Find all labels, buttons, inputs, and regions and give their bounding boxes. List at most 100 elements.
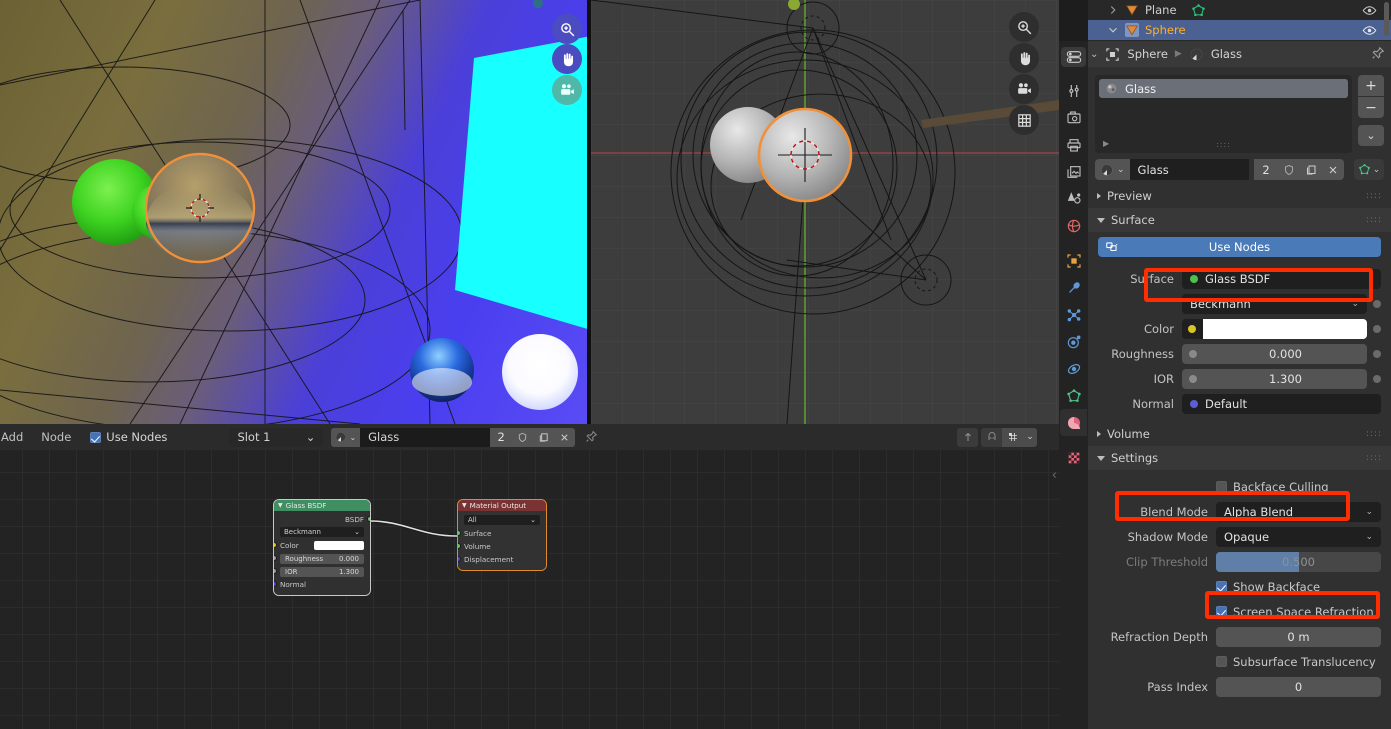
- node-input-displacement[interactable]: Displacement: [458, 553, 546, 566]
- socket-normal-input[interactable]: [274, 581, 277, 587]
- color-field[interactable]: [1182, 318, 1367, 339]
- slot-selector[interactable]: Slot 1 ⌄: [229, 427, 324, 447]
- distribution-row[interactable]: Beckmann ⌄: [1098, 291, 1381, 316]
- pin-button[interactable]: [585, 428, 598, 447]
- clip-threshold-row[interactable]: Clip Threshold 0.500: [1098, 549, 1381, 574]
- remove-material-slot-button[interactable]: −: [1358, 97, 1384, 118]
- material-browse-button[interactable]: ⌄: [331, 427, 361, 447]
- breadcrumb-material[interactable]: Glass: [1211, 47, 1242, 61]
- outliner[interactable]: Plane Sphere: [1088, 0, 1391, 41]
- color-row[interactable]: Color: [1098, 316, 1381, 341]
- panel-header-surface[interactable]: Surface ::::: [1088, 208, 1391, 232]
- tab-data[interactable]: [1060, 382, 1087, 409]
- ior-field[interactable]: 1.300: [1182, 368, 1367, 389]
- material-browse-button[interactable]: ⌄: [1095, 159, 1130, 180]
- shader-node-editor[interactable]: Add Node Use Nodes Slot 1 ⌄ ⌄ Glass 2 ⌄ …: [0, 424, 1059, 729]
- properties-tab-strip[interactable]: [1059, 41, 1088, 729]
- material-slot-item-glass[interactable]: Glass: [1099, 79, 1348, 98]
- tab-view-layer[interactable]: [1060, 158, 1087, 185]
- node-input-normal[interactable]: Normal: [274, 578, 370, 591]
- subsurface-translucency-checkbox[interactable]: Subsurface Translucency: [1216, 655, 1376, 669]
- tab-tool[interactable]: [1060, 77, 1087, 104]
- refraction-depth-field[interactable]: 0 m: [1216, 626, 1381, 647]
- shadow-mode-dropdown[interactable]: Opaque ⌄: [1216, 526, 1381, 547]
- blend-mode-dropdown[interactable]: Alpha Blend ⌄: [1216, 501, 1381, 522]
- tab-physics[interactable]: [1060, 328, 1087, 355]
- tab-constraints[interactable]: [1060, 355, 1087, 382]
- viewport-wireframe[interactable]: [591, 0, 1059, 424]
- chevron-down-icon[interactable]: ⌄: [1090, 49, 1098, 60]
- surface-shader-field[interactable]: Glass BSDF: [1182, 268, 1381, 289]
- tab-material[interactable]: [1060, 409, 1087, 436]
- node-sidebar-toggle[interactable]: ‹: [1052, 468, 1057, 483]
- socket-volume-input[interactable]: [458, 543, 461, 549]
- add-material-slot-button[interactable]: +: [1358, 75, 1384, 96]
- panel-header-settings[interactable]: Settings ::::: [1088, 446, 1391, 470]
- breadcrumb-object[interactable]: Sphere: [1127, 47, 1168, 61]
- editor-type-selector[interactable]: [1061, 47, 1086, 67]
- viewport-rendered-preview[interactable]: [0, 0, 591, 424]
- subsurface-translucency-row[interactable]: Subsurface Translucency: [1098, 649, 1381, 674]
- show-backface-row[interactable]: Show Backface: [1098, 574, 1381, 599]
- snap-dropdown-button[interactable]: ⌄: [1023, 427, 1037, 447]
- node-output-bsdf[interactable]: BSDF: [274, 513, 370, 525]
- unlink-material-button[interactable]: [1322, 159, 1344, 180]
- ior-row[interactable]: IOR 1.300: [1098, 366, 1381, 391]
- use-nodes-checkbox[interactable]: Use Nodes: [90, 430, 167, 444]
- clip-threshold-slider[interactable]: 0.500: [1216, 551, 1381, 572]
- color-swatch[interactable]: [1203, 318, 1367, 339]
- expand-arrow-icon[interactable]: [1106, 3, 1120, 17]
- eye-icon[interactable]: [1362, 23, 1377, 38]
- zoom-icon[interactable]: [552, 14, 582, 44]
- panel-header-preview[interactable]: Preview ::::: [1088, 184, 1391, 208]
- new-material-button[interactable]: [1300, 159, 1322, 180]
- collapse-arrow-icon[interactable]: [1106, 23, 1120, 37]
- outliner-row-plane[interactable]: Plane: [1088, 0, 1391, 20]
- snap-target-button[interactable]: [1002, 427, 1023, 447]
- material-slot-menu-button[interactable]: ⌄: [1358, 125, 1384, 146]
- screen-space-refraction-row[interactable]: Screen Space Refraction: [1098, 599, 1381, 624]
- material-name-field[interactable]: Glass: [360, 427, 491, 447]
- unlink-material-button[interactable]: [554, 427, 576, 447]
- hand-icon[interactable]: [552, 44, 582, 74]
- camera-icon[interactable]: [1009, 74, 1039, 104]
- tab-render[interactable]: [1060, 104, 1087, 131]
- normal-row[interactable]: Normal Default: [1098, 391, 1381, 416]
- tab-object[interactable]: [1060, 247, 1087, 274]
- socket-bsdf-output[interactable]: [367, 516, 370, 522]
- tab-world[interactable]: [1060, 212, 1087, 239]
- show-backface-checkbox[interactable]: Show Backface: [1216, 580, 1320, 594]
- tab-particles[interactable]: [1060, 301, 1087, 328]
- panel-header-volume[interactable]: Volume ::::: [1088, 422, 1391, 446]
- pin-button[interactable]: [1371, 45, 1385, 64]
- tab-texture[interactable]: [1060, 444, 1087, 471]
- properties-editor[interactable]: ⌄ Sphere ▶ Glass Glass ▶ :::: + − ⌄ ⌄ Gl…: [1088, 41, 1391, 729]
- material-slot-list[interactable]: Glass ▶ ::::: [1095, 75, 1352, 153]
- tab-output[interactable]: [1060, 131, 1087, 158]
- parent-button[interactable]: [957, 427, 978, 447]
- node-canvas[interactable]: ▼ Glass BSDF BSDF Beckmann ⌄ Color Rough…: [0, 450, 1059, 729]
- node-header-glass-bsdf[interactable]: ▼ Glass BSDF: [274, 500, 370, 511]
- node-input-volume[interactable]: Volume: [458, 540, 546, 553]
- material-data-selector[interactable]: ⌄: [1354, 159, 1384, 180]
- menu-add[interactable]: Add: [0, 430, 32, 444]
- roughness-row[interactable]: Roughness 0.000: [1098, 341, 1381, 366]
- hand-icon[interactable]: [1009, 43, 1039, 73]
- animate-decorator-icon[interactable]: [1373, 349, 1381, 358]
- pass-index-row[interactable]: Pass Index 0: [1098, 674, 1381, 699]
- node-material-output[interactable]: ▼ Material Output All ⌄ Surface Volume D…: [458, 500, 546, 570]
- blend-mode-row[interactable]: Blend Mode Alpha Blend ⌄: [1098, 499, 1381, 524]
- animate-decorator-icon[interactable]: [1373, 374, 1381, 383]
- outliner-scrollbar[interactable]: [1384, 2, 1389, 36]
- material-name-field[interactable]: Glass: [1129, 159, 1249, 180]
- tab-scene[interactable]: [1060, 185, 1087, 212]
- slot-list-grip[interactable]: ::::: [1095, 140, 1352, 149]
- node-input-surface[interactable]: Surface: [458, 527, 546, 540]
- grid-icon[interactable]: [1009, 105, 1039, 135]
- material-users-count[interactable]: 2: [490, 427, 513, 447]
- node-input-ior[interactable]: IOR 1.300: [274, 565, 370, 578]
- animate-decorator-icon[interactable]: [1373, 299, 1381, 308]
- distribution-dropdown[interactable]: Beckmann ⌄: [1182, 293, 1367, 314]
- screen-space-refraction-checkbox[interactable]: Screen Space Refraction: [1216, 605, 1374, 619]
- socket-color-input[interactable]: [274, 542, 277, 548]
